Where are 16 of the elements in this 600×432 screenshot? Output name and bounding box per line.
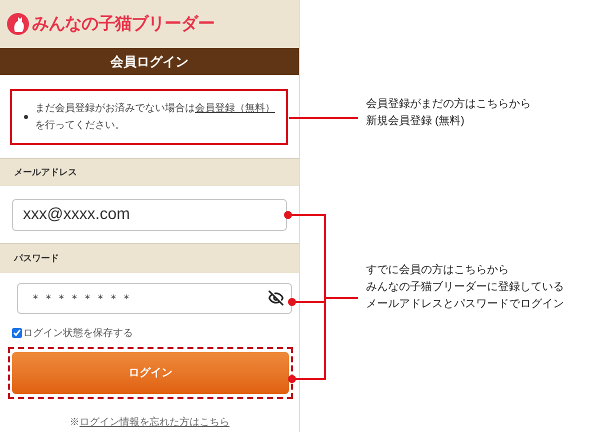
- remember-checkbox[interactable]: [12, 328, 22, 338]
- register-link[interactable]: 会員登録（無料）: [195, 102, 275, 114]
- password-field[interactable]: ＊＊＊＊＊＊＊＊: [17, 282, 292, 314]
- password-label: パスワード: [14, 252, 59, 265]
- remember-label: ログイン状態を保存する: [23, 326, 133, 340]
- email-label: メールアドレス: [14, 166, 77, 179]
- email-field[interactable]: xxx@xxxx.com: [12, 198, 287, 230]
- forgot-link[interactable]: ログイン情報を忘れた方はこちら: [80, 417, 230, 428]
- cat-logo-icon: [6, 12, 30, 36]
- annotation-text: 会員登録がまだの方はこちらから 新規会員登録 (無料): [366, 96, 532, 129]
- forgot-text: ※ログイン情報を忘れた方はこちら: [70, 416, 230, 430]
- page-title: 会員ログイン: [110, 52, 188, 71]
- bullet-icon: [24, 114, 28, 118]
- annotation-text: すでに会員の方はこちらから みんなの子猫ブリーダーに登録している メールアドレスとパスワードでログイン: [366, 262, 565, 312]
- notice-text: まだ会員登録がお済みでない場合は会員登録（無料） を行ってください。: [35, 102, 276, 132]
- eye-slash-icon[interactable]: [268, 290, 284, 306]
